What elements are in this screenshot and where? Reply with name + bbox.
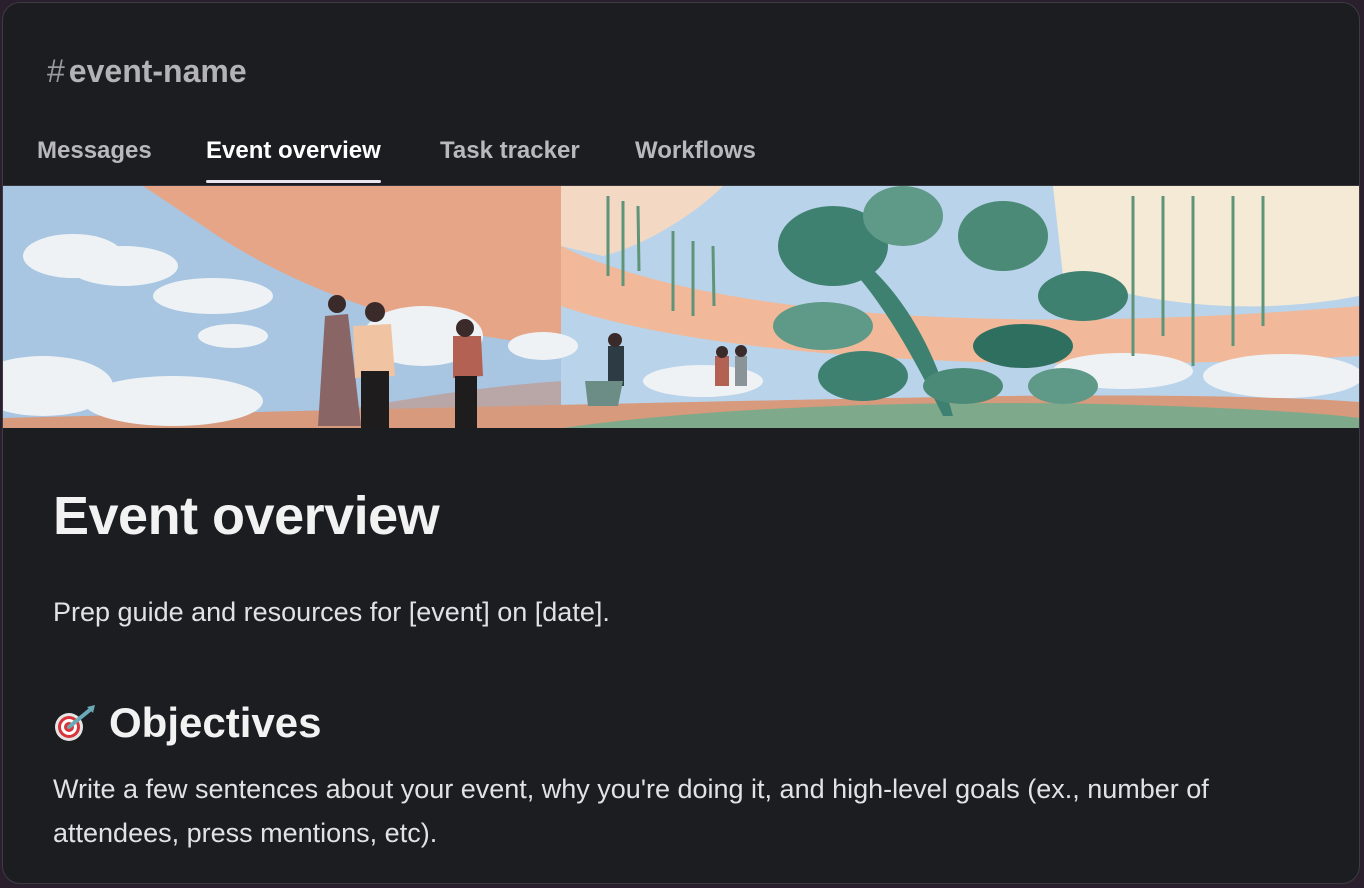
- tab-messages[interactable]: Messages: [37, 131, 152, 183]
- header-banner-image: [3, 186, 1359, 428]
- tab-workflows[interactable]: Workflows: [635, 131, 756, 183]
- page-subtitle: Prep guide and resources for [event] on …: [53, 597, 610, 627]
- objectives-description: Write a few sentences about your event, …: [53, 774, 1209, 848]
- canvas-window: # event-name Messages Event overview Tas…: [2, 2, 1360, 884]
- tab-bar: Messages Event overview Task tracker Wor…: [3, 131, 1359, 186]
- objectives-heading-text: Objectives: [109, 699, 322, 746]
- objectives-heading: Objectives: [53, 697, 321, 749]
- hash-icon: #: [47, 52, 65, 89]
- tab-task-tracker[interactable]: Task tracker: [440, 131, 580, 183]
- channel-name: event-name: [68, 52, 247, 89]
- tab-event-overview[interactable]: Event overview: [206, 131, 381, 183]
- direct-hit-target-icon: [53, 703, 97, 743]
- page-title: Event overview: [53, 486, 440, 546]
- channel-title[interactable]: # event-name: [47, 49, 247, 93]
